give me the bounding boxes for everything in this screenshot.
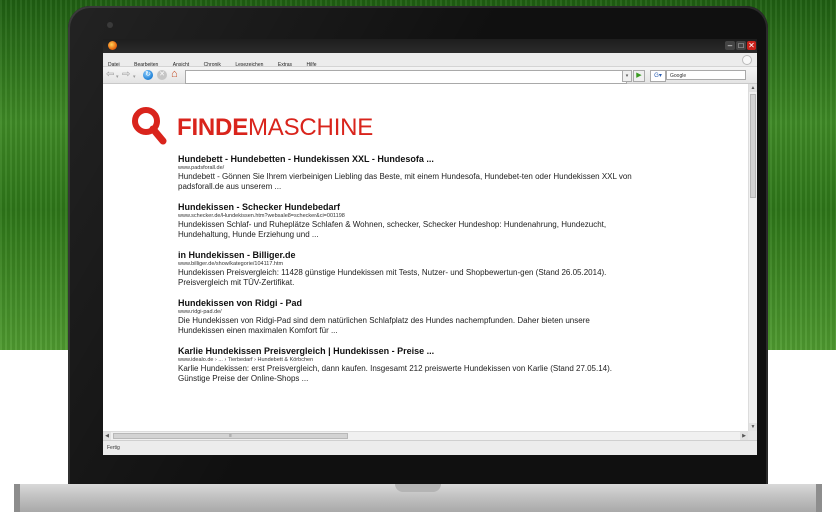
webcam-icon [107,22,113,28]
title-bar: – □ ✕ [103,39,757,53]
logo-text: FINDEMASCHINE [177,115,373,141]
search-input[interactable]: Google [666,70,746,80]
address-bar-input[interactable] [185,70,627,84]
base-edge-left [14,484,20,512]
scrollbar-corner [748,431,757,440]
google-icon[interactable]: G▾ [650,70,666,82]
result-title-link[interactable]: Hundekissen von Ridgi - Pad [178,298,638,309]
maximize-button[interactable]: □ [736,41,746,50]
scroll-up-arrow-icon[interactable]: ▲ [749,84,757,92]
firefox-icon [108,41,117,50]
scroll-right-arrow-icon[interactable]: ▶ [740,432,748,440]
result-snippet: Hundebett - Gönnen Sie Ihrem vierbeinige… [178,172,632,191]
result-url: www.billiger.de/show/kategorie/104117.ht… [178,261,284,267]
vertical-scrollbar[interactable]: ▲ ▼ [748,84,757,431]
result-url: www.padsforall.de/ [178,165,225,171]
back-history-dropdown-icon[interactable]: ▾ [116,71,119,83]
search-result: in Hundekissen - Billiger.de www.billige… [178,250,638,287]
logo-text-light: MASCHINE [248,114,374,141]
result-snippet: Hundekissen Schlaf- und Ruheplätze Schla… [178,220,607,239]
search-result: Hundekissen von Ridgi - Pad www.ridgi-pa… [178,298,638,335]
result-snippet: Die Hundekissen von Ridgi-Pad sind dem n… [178,316,590,335]
result-url: www.ridgi-pad.de/ [178,309,222,315]
search-result: Hundebett - Hundebetten - Hundekissen XX… [178,154,638,191]
result-url: www.schecker.de/Hundekissen.htm?websale8… [178,213,345,219]
go-arrow-icon[interactable]: ▶ [633,70,645,82]
throbber-icon [742,55,752,65]
back-arrow-icon[interactable]: ⇦ [106,69,114,81]
result-snippet: Hundekissen Preisvergleich: 11428 günsti… [178,268,607,287]
status-bar: Fertig [103,440,757,455]
magnifier-icon [132,107,167,145]
home-icon[interactable]: ⌂ [171,68,178,81]
minimize-button[interactable]: – [725,41,735,50]
search-result: Hundekissen - Schecker Hundebedarf www.s… [178,202,638,239]
stop-icon[interactable]: ✕ [157,70,167,80]
browser-window: – □ ✕ Datei Bearbeiten Ansicht Chronik L… [103,39,757,455]
reload-icon[interactable]: ↻ [143,70,153,80]
logo-text-bold: FINDE [177,114,249,141]
base-notch [395,484,441,492]
search-result: Karlie Hundekissen Preisvergleich | Hund… [178,346,638,383]
result-snippet: Karlie Hundekissen: erst Preisvergleich,… [178,364,613,383]
result-title-link[interactable]: Karlie Hundekissen Preisvergleich | Hund… [178,346,638,357]
horizontal-scroll-thumb[interactable]: ≡ [113,433,348,439]
scroll-left-arrow-icon[interactable]: ◀ [103,432,111,440]
result-title-link[interactable]: in Hundekissen - Billiger.de [178,250,638,261]
status-text: Fertig [107,445,120,451]
forward-arrow-icon[interactable]: ⇨ [122,69,130,81]
result-url: www.idealo.de › ... › Tierbedarf › Hunde… [178,357,314,363]
navigation-toolbar: ⇦ ▾ ⇨ ▾ ↻ ✕ ⌂ ▾ ▶ G▾ Google [103,67,757,84]
base-edge-right [816,484,822,512]
horizontal-scrollbar[interactable]: ◀ ≡ ▶ [103,431,748,440]
vertical-scroll-thumb[interactable] [750,94,756,198]
menu-bar: Datei Bearbeiten Ansicht Chronik Lesezei… [103,53,757,68]
result-title-link[interactable]: Hundebett - Hundebetten - Hundekissen XX… [178,154,638,165]
address-dropdown-icon[interactable]: ▾ [622,70,632,82]
search-results: Hundebett - Hundebetten - Hundekissen XX… [178,154,638,394]
close-button[interactable]: ✕ [747,41,756,50]
scroll-down-arrow-icon[interactable]: ▼ [749,423,757,431]
forward-history-dropdown-icon[interactable]: ▾ [133,71,136,83]
page-content: FINDEMASCHINE Hundebett - Hundebetten - … [103,84,748,431]
result-title-link[interactable]: Hundekissen - Schecker Hundebedarf [178,202,638,213]
